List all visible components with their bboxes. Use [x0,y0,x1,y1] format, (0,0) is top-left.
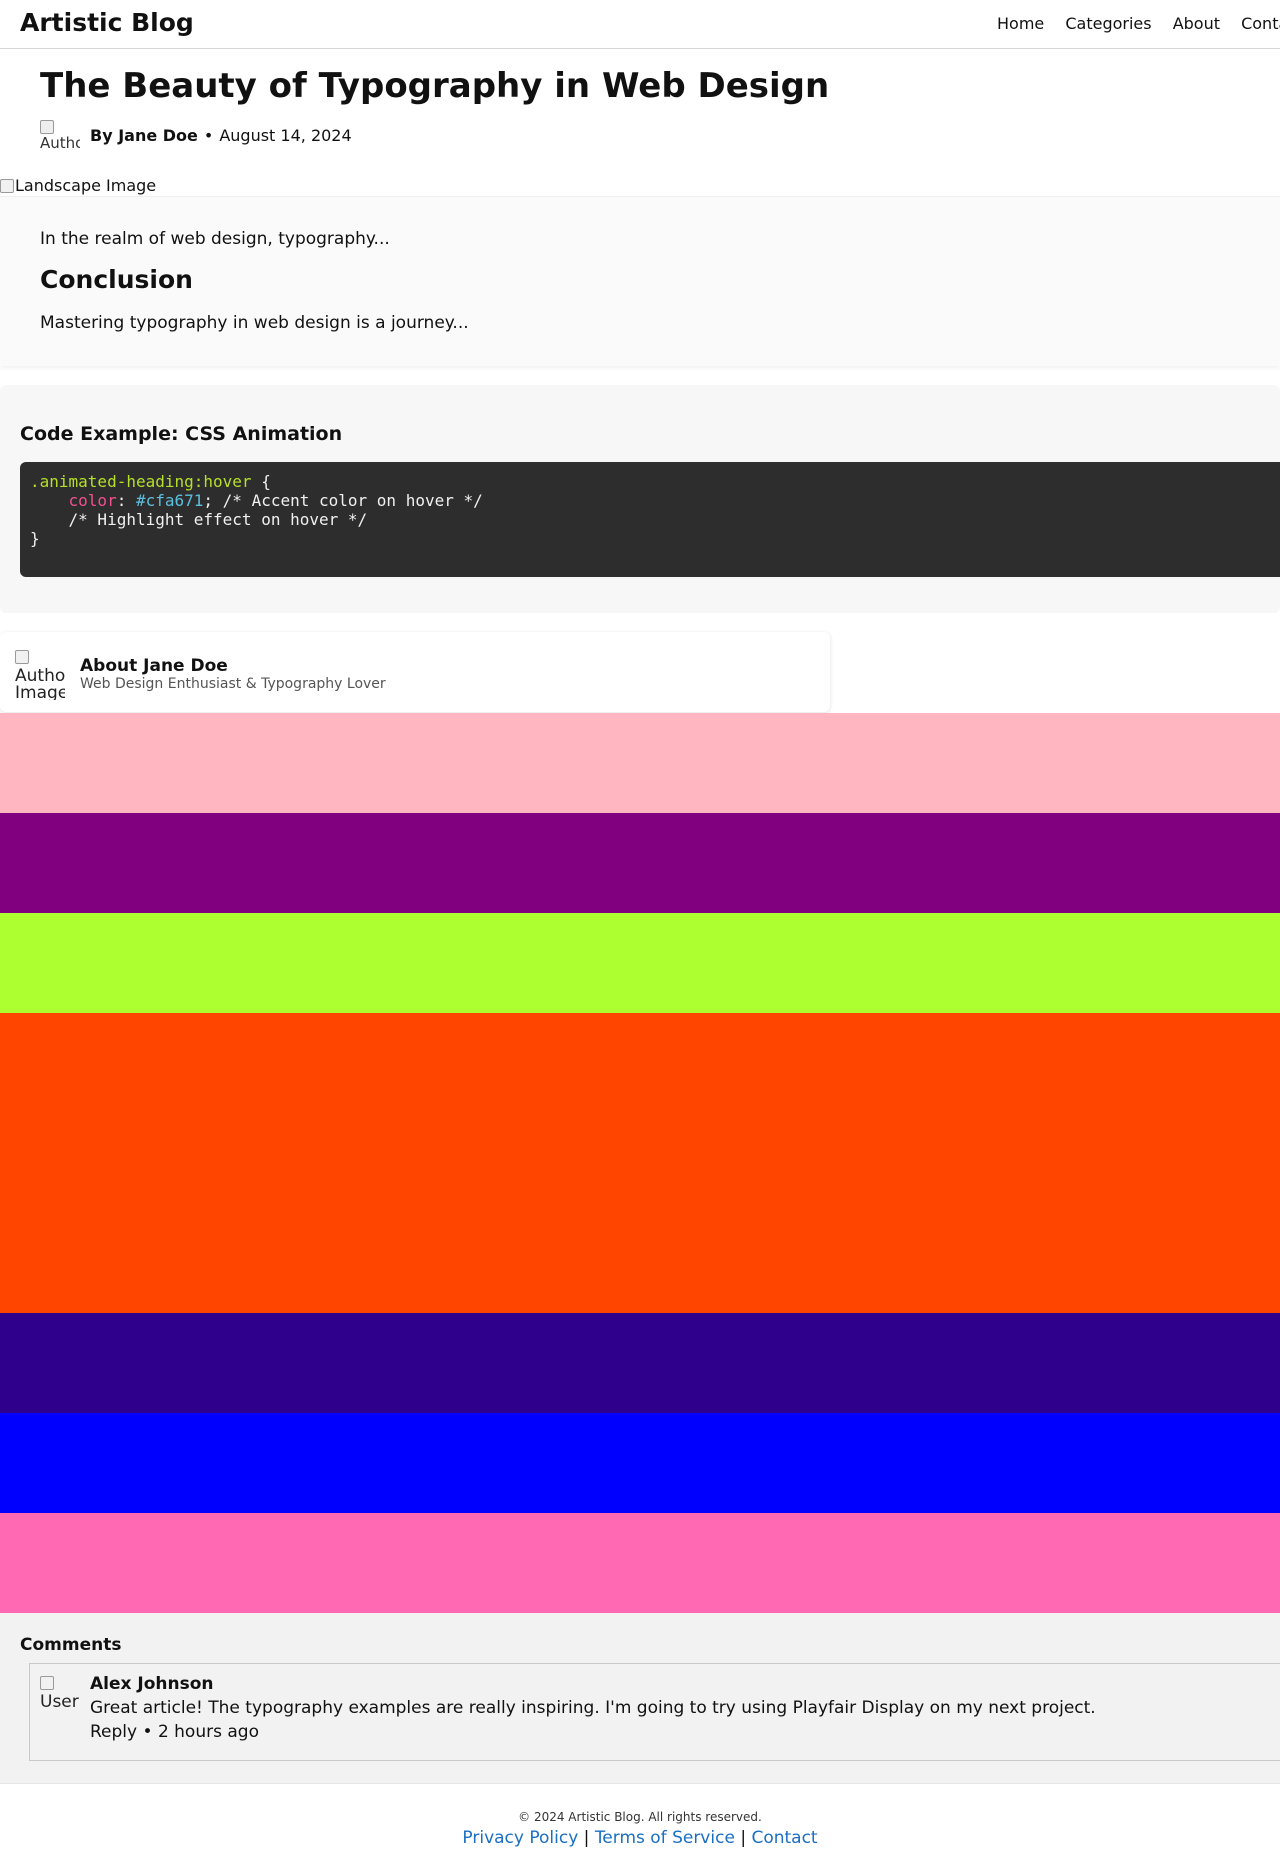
site-footer: © 2024 Artistic Blog. All rights reserve… [0,1783,1280,1865]
author-card-avatar: Author Image [15,650,65,700]
author-card: Author Image About Jane Doe Web Design E… [0,632,830,712]
byline-separator: • [203,125,214,145]
hero-image-alt: Landscape Image [15,176,157,195]
contact-link[interactable]: Contact [751,1828,817,1848]
footer-links: Privacy Policy | Terms of Service | Cont… [0,1828,1280,1848]
conclusion-paragraph: Mastering typography in web design is a … [40,313,469,333]
comments-section: Comments User Alex Johnson Great article… [0,1613,1280,1783]
color-band-green [0,913,1280,1013]
comment-time: 2 hours ago [157,1722,259,1742]
author-card-role: Web Design Enthusiast & Typography Lover [80,676,386,692]
comment-meta: Reply • 2 hours ago [90,1722,259,1742]
hero-image: Landscape Image [0,176,156,195]
author-name: By Jane Doe [90,125,198,145]
broken-image-icon [40,120,54,134]
color-band-pink [0,713,1280,813]
reply-link[interactable]: Reply [90,1722,137,1742]
author-avatar: Author [40,120,80,150]
author-card-name: About Jane Doe [80,656,228,676]
article-title: The Beauty of Typography in Web Design [40,66,830,106]
code-block[interactable]: .animated-heading:hover { color: #cfa671… [20,462,1280,577]
broken-image-icon [0,178,14,193]
code-open-brace: { [251,472,271,491]
code-close-brace: } [30,529,40,548]
author-card-avatar-alt: Author Image [15,666,65,701]
site-header: Artistic Blog Home Categories About Cont… [0,0,1280,49]
main-nav: Home Categories About Conta [997,14,1280,33]
footer-divider: | [583,1828,590,1848]
nav-about[interactable]: About [1173,14,1220,33]
privacy-policy-link[interactable]: Privacy Policy [462,1828,578,1848]
code-example-title: Code Example: CSS Animation [20,423,343,445]
commenter-name: Alex Johnson [90,1674,214,1694]
comment-text: Great article! The typography examples a… [90,1698,1096,1718]
code-selector: .animated-heading:hover [30,472,252,491]
comments-title: Comments [20,1635,122,1655]
commenter-avatar: User [40,1676,82,1714]
terms-of-service-link[interactable]: Terms of Service [595,1828,735,1848]
intro-paragraph: In the realm of web design, typography..… [40,229,390,249]
broken-image-icon [15,650,29,664]
nav-contact[interactable]: Conta [1241,14,1280,33]
comment-meta-separator: • [142,1722,153,1742]
code-colon: : [116,491,136,510]
footer-divider: | [740,1828,747,1848]
copyright: © 2024 Artistic Blog. All rights reserve… [518,1810,762,1824]
color-band-hotpink [0,1513,1280,1613]
article-body: In the realm of web design, typography..… [0,196,1280,366]
broken-image-icon [40,1676,54,1690]
code-example-section: Code Example: CSS Animation .animated-he… [0,385,1280,613]
nav-home[interactable]: Home [997,14,1044,33]
color-band-orange [0,1013,1280,1313]
publish-date: August 14, 2024 [219,125,352,145]
code-comment-1: ; /* Accent color on hover */ [203,491,483,510]
code-value: #cfa671 [135,491,204,510]
code-property: color [68,491,117,510]
code-comment-2: /* Highlight effect on hover */ [30,510,368,529]
color-band-purple [0,813,1280,913]
byline: Author By Jane Doe • August 14, 2024 [40,120,352,150]
nav-categories[interactable]: Categories [1065,14,1151,33]
conclusion-heading: Conclusion [40,265,193,294]
color-band-indigo [0,1313,1280,1413]
color-band-blue [0,1413,1280,1513]
site-title[interactable]: Artistic Blog [20,8,194,37]
author-avatar-alt: Author [40,134,80,151]
comment-item: User Alex Johnson Great article! The typ… [29,1663,1280,1761]
commenter-avatar-alt: User [40,1692,79,1712]
